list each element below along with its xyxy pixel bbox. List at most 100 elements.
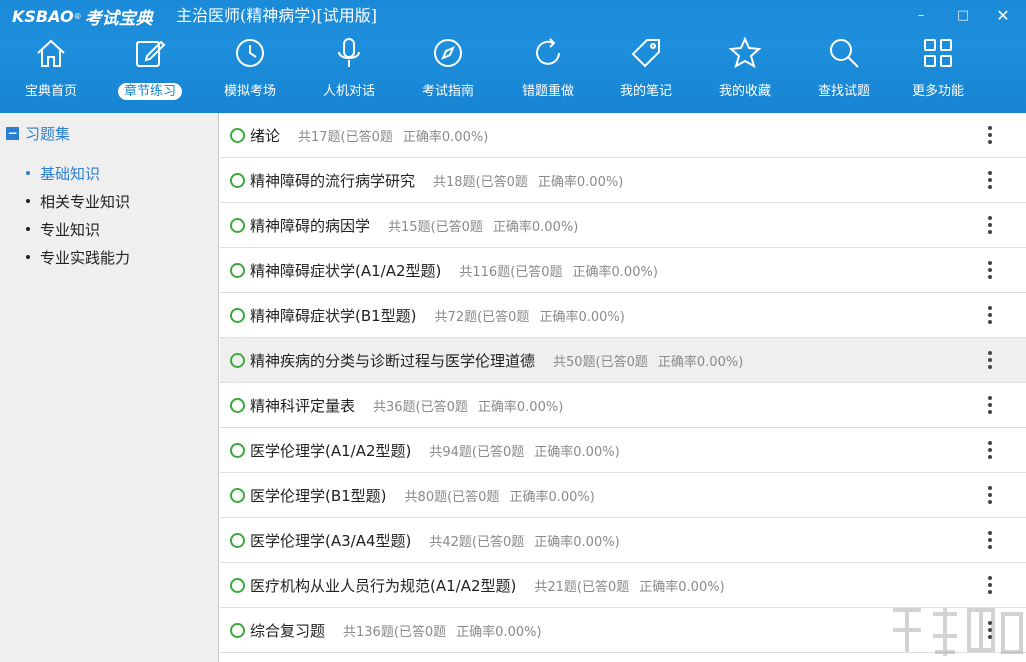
top-toolbar: KSBAO ® 考试宝典 主治医师(精神病学)[试用版] – □ ✕ 宝典首页 … (0, 0, 1026, 113)
nav-my-notes-label: 我的笔记 (619, 84, 672, 99)
refresh-icon (531, 36, 565, 70)
nav-my-favorites[interactable]: 我的收藏 (700, 34, 790, 108)
chapter-row[interactable]: 医学伦理学(B1型题) 共80题(已答0题 正确率0.00%) (220, 473, 1026, 518)
tree-root-exercise-set[interactable]: − 习题集 (6, 123, 70, 144)
chapter-stats: 共18题(已答0题 正确率0.00%) (433, 171, 623, 190)
more-options-icon[interactable] (980, 393, 1000, 417)
minimize-button[interactable]: – (908, 4, 934, 26)
chapter-row[interactable]: 医学伦理学(A3/A4型题) 共42题(已答0题 正确率0.00%) (220, 518, 1026, 563)
chapter-row[interactable]: 绪论 共17题(已答0题 正确率0.00%) (220, 113, 1026, 158)
chapter-title: 综合复习题 (250, 621, 326, 640)
sidebar-item-label: 专业实践能力 (40, 248, 131, 267)
watermark-logo (885, 600, 1025, 662)
more-options-icon[interactable] (980, 348, 1000, 372)
logo-chinese: 考试宝典 (84, 8, 153, 29)
sidebar-item-label: 专业知识 (40, 220, 101, 239)
nav-more-functions[interactable]: 更多功能 (893, 34, 983, 108)
nav-human-machine-dialog-label: 人机对话 (322, 84, 375, 99)
chapter-stats: 共80题(已答0题 正确率0.00%) (405, 486, 595, 505)
chapter-accuracy: 正确率0.00%) (456, 624, 542, 640)
chapter-count: 共36题(已答0题 (373, 399, 468, 415)
chapter-count: 共17题(已答0题 (298, 129, 393, 145)
chapter-count: 共116题(已答0题 (459, 264, 563, 280)
collapse-icon[interactable]: − (6, 127, 19, 140)
nav-my-notes[interactable]: 我的笔记 (601, 34, 691, 108)
chapter-count: 共21题(已答0题 (534, 579, 630, 595)
chapter-accuracy: 正确率0.00%) (539, 309, 625, 325)
nav-exam-guide[interactable]: 考试指南 (403, 34, 493, 108)
chapter-stats: 共94题(已答0题 正确率0.00%) (429, 441, 619, 460)
search-icon (827, 36, 861, 70)
sidebar-item-professional-knowledge[interactable]: 专业知识 (26, 215, 130, 243)
chapter-stats: 共136题(已答0题 正确率0.00%) (343, 621, 542, 640)
microphone-icon (332, 36, 366, 70)
status-circle-icon (230, 127, 245, 143)
status-circle-icon (230, 442, 245, 458)
maximize-button[interactable]: □ (950, 4, 976, 26)
chapter-accuracy: 正确率0.00%) (639, 579, 725, 595)
nav-mock-exam-label: 模拟考场 (223, 84, 276, 99)
chapter-title: 绪论 (250, 126, 281, 145)
edit-icon (133, 36, 167, 70)
sidebar-item-basic-knowledge[interactable]: 基础知识 (26, 159, 130, 187)
window-title: 主治医师(精神病学)[试用版] (176, 6, 377, 25)
status-circle-icon (230, 217, 245, 233)
sidebar-item-professional-practice[interactable]: 专业实践能力 (26, 243, 130, 271)
chapter-row[interactable]: 精神疾病的分类与诊断过程与医学伦理道德 共50题(已答0题 正确率0.00%) (220, 338, 1026, 383)
more-options-icon[interactable] (980, 573, 1000, 597)
status-circle-icon (230, 577, 245, 593)
nav-chapter-practice[interactable]: 章节练习 (105, 34, 195, 108)
chapter-stats: 共50题(已答0题 正确率0.00%) (553, 351, 743, 370)
more-options-icon[interactable] (980, 258, 1000, 282)
more-options-icon[interactable] (980, 123, 1000, 147)
chapter-list: 绪论 共17题(已答0题 正确率0.00%) 精神障碍的流行病学研究 共18题(已… (220, 113, 1026, 662)
status-circle-icon (230, 622, 245, 638)
chapter-row[interactable]: 精神障碍的流行病学研究 共18题(已答0题 正确率0.00%) (220, 158, 1026, 203)
close-button[interactable]: ✕ (990, 4, 1016, 26)
more-options-icon[interactable] (980, 528, 1000, 552)
more-options-icon[interactable] (980, 438, 1000, 462)
more-options-icon[interactable] (980, 483, 1000, 507)
chapter-accuracy: 正确率0.00%) (657, 354, 744, 370)
nav-wrong-redo[interactable]: 错题重做 (503, 34, 593, 108)
chapter-count: 共136题(已答0题 (343, 624, 447, 640)
chapter-count: 共18题(已答0题 (433, 174, 528, 190)
compass-icon (431, 36, 465, 70)
chapter-row[interactable]: 精神障碍的病因学 共15题(已答0题 正确率0.00%) (220, 203, 1026, 248)
chapter-count: 共80题(已答0题 (404, 489, 500, 505)
chapter-accuracy: 正确率0.00%) (402, 129, 489, 145)
sidebar-item-related-professional-knowledge[interactable]: 相关专业知识 (26, 187, 130, 215)
nav-human-machine-dialog[interactable]: 人机对话 (304, 34, 394, 108)
chapter-row[interactable]: 医学伦理学(A1/A2型题) 共94题(已答0题 正确率0.00%) (220, 428, 1026, 473)
nav-home-label: 宝典首页 (24, 84, 77, 99)
logo-latin: KSBAO (12, 6, 74, 26)
status-circle-icon (230, 352, 245, 368)
status-circle-icon (230, 262, 245, 278)
more-options-icon[interactable] (980, 213, 1000, 237)
chapter-title: 精神障碍症状学(B1型题) (250, 306, 417, 325)
more-options-icon[interactable] (980, 168, 1000, 192)
chapter-row[interactable]: 精神障碍症状学(A1/A2型题) 共116题(已答0题 正确率0.00%) (220, 248, 1026, 293)
status-circle-icon (230, 532, 245, 548)
more-options-icon[interactable] (980, 303, 1000, 327)
chapter-title: 精神科评定量表 (250, 396, 356, 415)
chapter-count: 共42题(已答0题 (429, 534, 525, 550)
chapter-row[interactable]: 精神障碍症状学(B1型题) 共72题(已答0题 正确率0.00%) (220, 293, 1026, 338)
nav-home[interactable]: 宝典首页 (6, 34, 96, 108)
main-nav: 宝典首页 章节练习 模拟考场 人机对话 考试指南 错题重做 我的笔记 我的收藏 … (0, 34, 1026, 108)
bullet-icon (26, 227, 30, 231)
nav-mock-exam[interactable]: 模拟考场 (205, 34, 295, 108)
logo-registered-mark: ® (73, 11, 82, 21)
nav-my-favorites-label: 我的收藏 (718, 84, 771, 99)
bullet-icon (26, 199, 30, 203)
nav-chapter-practice-label: 章节练习 (117, 83, 182, 100)
chapter-title: 医疗机构从业人员行为规范(A1/A2型题) (250, 576, 517, 595)
nav-find-questions[interactable]: 查找试题 (799, 34, 889, 108)
chapter-stats: 共36题(已答0题 正确率0.00%) (373, 396, 563, 415)
chapter-row[interactable]: 精神科评定量表 共36题(已答0题 正确率0.00%) (220, 383, 1026, 428)
chapter-title: 精神疾病的分类与诊断过程与医学伦理道德 (250, 351, 536, 370)
chapter-title: 精神障碍症状学(A1/A2型题) (250, 261, 442, 280)
status-circle-icon (230, 487, 245, 503)
status-circle-icon (230, 397, 245, 413)
tree-root-label: 习题集 (25, 125, 71, 143)
